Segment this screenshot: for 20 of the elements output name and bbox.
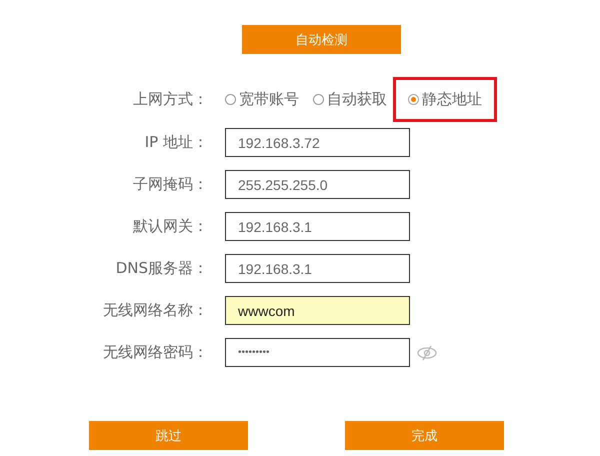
input-field[interactable]: wwwcom: [225, 296, 410, 325]
input-field[interactable]: 192.168.3.1: [225, 254, 410, 283]
radio-button[interactable]: [225, 94, 236, 105]
field-label: IP 地址：: [144, 133, 209, 152]
field-label: 无线网络密码：: [102, 343, 209, 362]
radio-button[interactable]: [408, 94, 419, 105]
field-label: 默认网关：: [132, 217, 209, 236]
input-field[interactable]: 192.168.3.72: [225, 128, 410, 157]
radio-button[interactable]: [313, 94, 324, 105]
field-label: 无线网络名称：: [102, 301, 209, 320]
radio-option[interactable]: 自动获取: [313, 90, 387, 109]
field-label: 上网方式：: [132, 90, 209, 109]
password-field[interactable]: •••••••••: [225, 338, 410, 367]
field-label: 子网掩码：: [132, 175, 209, 194]
field-label: DNS服务器：: [114, 259, 209, 278]
input-field[interactable]: 192.168.3.1: [225, 212, 410, 241]
input-field[interactable]: 255.255.255.0: [225, 170, 410, 199]
radio-option[interactable]: 静态地址: [408, 90, 482, 109]
radio-option[interactable]: 宽带账号: [225, 90, 299, 109]
eye-hidden-icon[interactable]: [416, 344, 438, 360]
